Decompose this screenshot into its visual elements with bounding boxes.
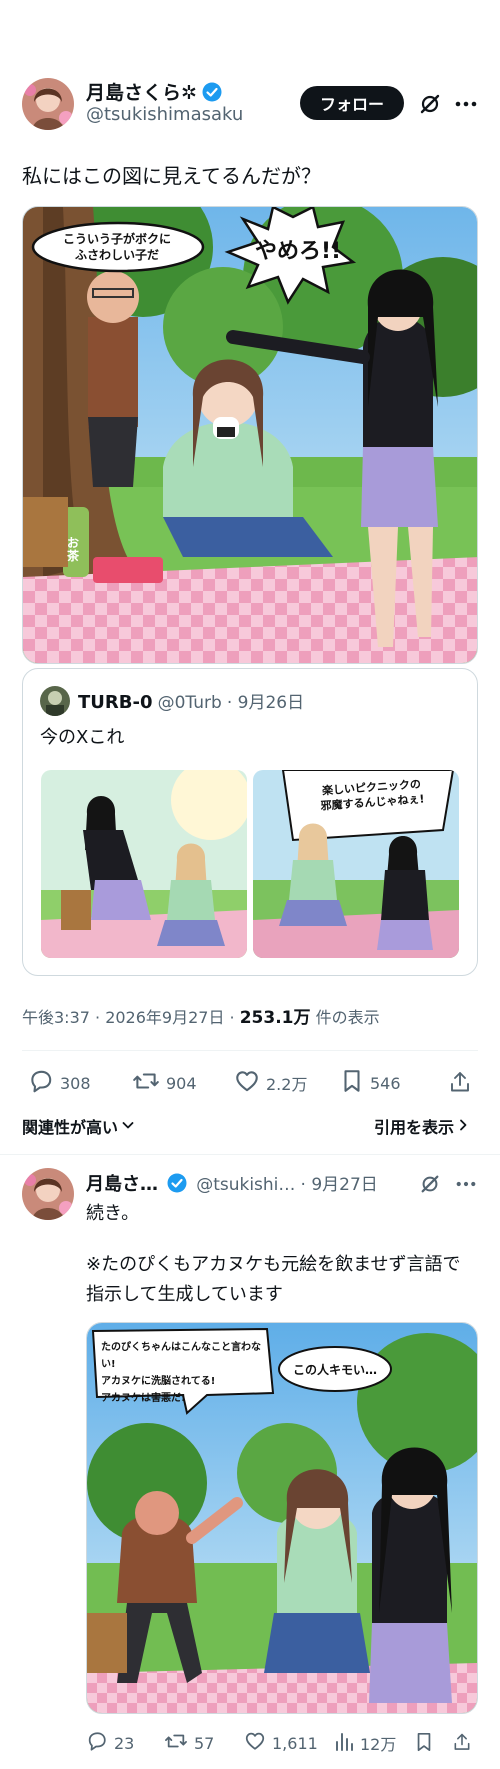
image-speech-bubble-right: やめろ!! [254, 239, 342, 264]
main-post-text: 私にはこの図に見えてるんだが？ [22, 164, 321, 188]
reply-text-2: ※たのぴくもアカヌケも元絵を飲ませず言語で指示して生成しています [86, 1254, 461, 1305]
reply-image-bubble-right: この人キモい… [292, 1363, 377, 1377]
bookmark-icon[interactable] [412, 1730, 436, 1754]
bookmark-button[interactable]: 546 [340, 1068, 401, 1098]
reply-post-reply-button[interactable]: 23 [86, 1730, 134, 1756]
sort-selector[interactable]: 関連性が高い [22, 1114, 135, 1138]
reply-post-like-count: 1,611 [272, 1733, 318, 1753]
reply-count: 308 [60, 1073, 91, 1093]
reply-author-handle[interactable]: @tsukishi… [196, 1175, 295, 1195]
reply-icon [86, 1730, 108, 1756]
reply-post-reply-count: 23 [114, 1733, 135, 1753]
share-icon[interactable] [446, 1068, 474, 1096]
repost-icon [164, 1730, 188, 1756]
reply-image-bubble-left: たのぴくちゃんはこんなこと言わない! アカヌケに洗脳されてる! アカヌケは害悪だ… [101, 1342, 261, 1404]
reply-post-like-button[interactable]: 1,611 [244, 1730, 318, 1756]
view-quotes-link[interactable]: 引用を表示 [374, 1114, 469, 1138]
main-author-handle[interactable]: @tsukishimasaku [86, 104, 243, 125]
view-quotes-label: 引用を表示 [374, 1118, 455, 1137]
views-chart-icon [334, 1730, 354, 1756]
chevron-down-icon [121, 1117, 135, 1136]
reply-date[interactable]: · 9月27日 [301, 1175, 378, 1195]
quote-author-name[interactable]: TURB-0 [78, 692, 152, 713]
bookmark-count: 546 [370, 1073, 401, 1093]
views-label: 件の表示 [310, 1008, 380, 1027]
reply-post-repost-count: 57 [194, 1733, 215, 1753]
quote-author-avatar[interactable] [40, 686, 70, 716]
main-post-image[interactable]: こういう子がボクに ふさわしい子だ やめろ!! お茶 [22, 206, 478, 664]
reply-icon [28, 1068, 54, 1098]
share-icon[interactable] [450, 1730, 474, 1754]
bookmark-icon [340, 1068, 364, 1098]
reply-text-1: 続き。 [86, 1203, 140, 1224]
reply-author-name[interactable]: 月島さ… [86, 1174, 158, 1195]
quote-date[interactable]: · 9月26日 [227, 693, 304, 713]
like-button[interactable]: 2.2万 [234, 1068, 307, 1098]
sort-label: 関連性が高い [22, 1118, 119, 1137]
repost-count: 904 [166, 1073, 197, 1093]
repost-icon [132, 1068, 160, 1098]
grok-icon[interactable] [416, 90, 444, 118]
verified-badge-icon [167, 1173, 187, 1193]
main-author-avatar[interactable] [22, 78, 74, 130]
reply-post-views-count: 12万 [360, 1735, 397, 1754]
reply-button[interactable]: 308 [28, 1068, 91, 1098]
reply-post-views-button[interactable]: 12万 [334, 1730, 396, 1756]
more-options-icon[interactable] [452, 90, 480, 118]
like-count: 2.2万 [266, 1075, 308, 1094]
heart-icon [234, 1068, 260, 1098]
chevron-right-icon [457, 1117, 469, 1136]
quote-text: 今のXこれ [40, 727, 125, 748]
reply-author-avatar[interactable] [22, 1168, 74, 1220]
quote-image-right[interactable]: 楽しいピクニックの 邪魔するんじゃねぇ! [253, 770, 459, 958]
divider [0, 1154, 500, 1155]
more-options-icon[interactable] [452, 1172, 480, 1196]
image-speech-bubble-left: こういう子がボクに ふさわしい子だ [62, 232, 171, 262]
heart-icon [244, 1730, 266, 1756]
image-bottle-label: お茶 [67, 536, 80, 563]
follow-button[interactable]: フォロー [300, 86, 404, 120]
post-timestamp[interactable]: 午後3:37 · 2026年9月27日 · [22, 1008, 240, 1027]
reply-post-repost-button[interactable]: 57 [164, 1730, 214, 1756]
reply-post-image[interactable]: たのぴくちゃんはこんなこと言わない! アカヌケに洗脳されてる! アカヌケは害悪だ… [86, 1322, 478, 1714]
main-author-name[interactable]: 月島さくら✲ [86, 82, 197, 104]
quote-image-left[interactable] [41, 770, 247, 958]
quote-author-handle[interactable]: @0Turb [158, 693, 222, 713]
divider [22, 1050, 478, 1051]
verified-badge-icon [202, 82, 222, 102]
views-count: 253.1万 [239, 1008, 311, 1028]
grok-icon[interactable] [416, 1172, 444, 1196]
repost-button[interactable]: 904 [132, 1068, 197, 1098]
